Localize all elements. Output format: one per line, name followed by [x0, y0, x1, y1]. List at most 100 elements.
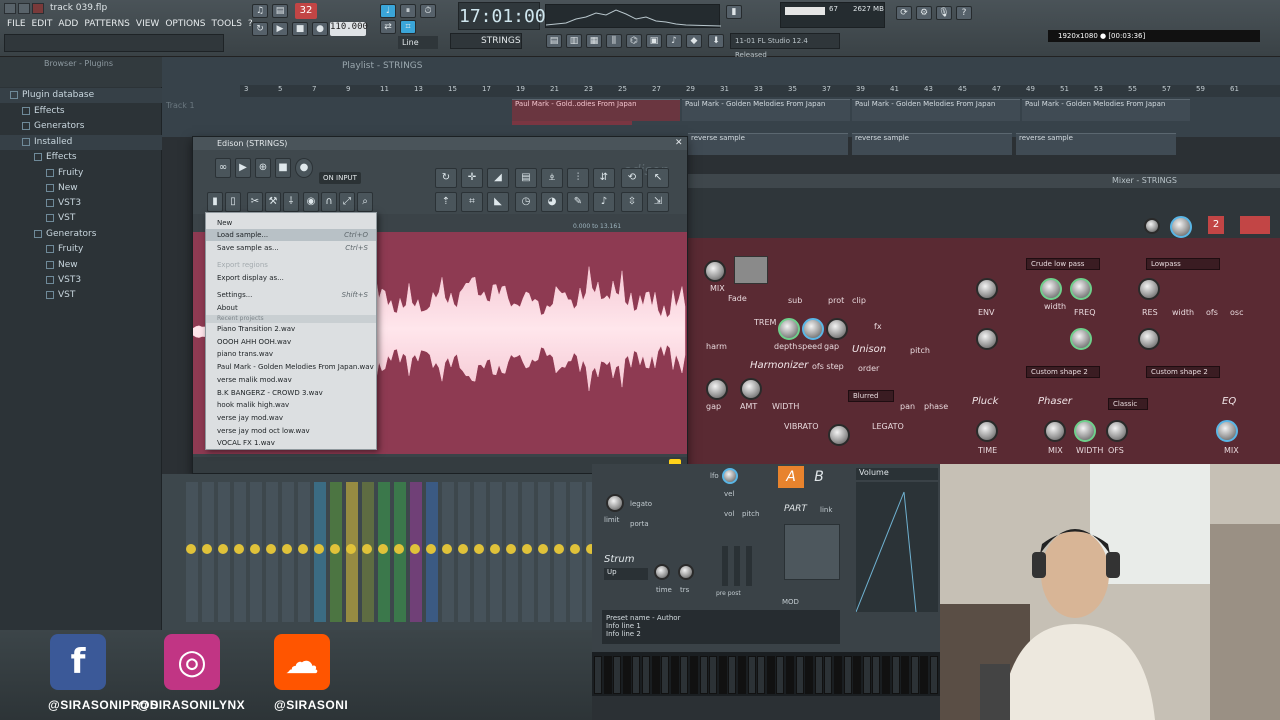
volume-select[interactable]: Volume	[856, 468, 938, 480]
tools-icon[interactable]: ⚒	[265, 192, 281, 212]
close-icon[interactable]: ✕	[675, 138, 683, 148]
view-icon[interactable]: ◉	[303, 192, 319, 212]
piano-key[interactable]	[814, 656, 823, 694]
pen-icon[interactable]: ✎	[567, 192, 589, 212]
send-knob[interactable]	[506, 544, 516, 554]
fader[interactable]	[722, 546, 728, 586]
record-button[interactable]: ●	[312, 22, 328, 36]
piano-key[interactable]	[862, 656, 871, 694]
send-knob[interactable]	[442, 544, 452, 554]
tab-a[interactable]: A	[778, 466, 804, 488]
piano-key[interactable]	[699, 656, 708, 694]
piano-key[interactable]	[622, 656, 631, 694]
recent-project-item[interactable]: Piano Transition 2.wav	[206, 323, 376, 335]
phaser-mix-knob[interactable]	[1044, 420, 1066, 442]
lfo-knob[interactable]	[722, 468, 738, 484]
timeline-ruler[interactable]: 3 5 7 9 11 13 15 17 19 21 23 25 27 29 31 33 35 37 39 41 43 45…	[240, 85, 1280, 97]
piano-key[interactable]	[834, 656, 842, 694]
pan-knob[interactable]	[1144, 218, 1160, 234]
piano-key[interactable]	[920, 656, 929, 694]
piano-key[interactable]	[786, 656, 794, 694]
online-icon[interactable]: ⟳	[896, 6, 912, 20]
play-icon[interactable]: ▶	[235, 158, 251, 178]
menu-item-save-sample-as[interactable]: Save sample as... Ctrl+S	[206, 242, 376, 254]
save-icon[interactable]: ▯	[225, 192, 241, 212]
rec-icon[interactable]: ●	[295, 158, 313, 178]
piano-key[interactable]	[738, 656, 746, 694]
microphone-icon[interactable]: 🎙	[936, 6, 952, 20]
help-icon[interactable]: ?	[956, 6, 972, 20]
phaser-ofs-knob[interactable]	[1106, 420, 1128, 442]
menu-item[interactable]: ADD	[55, 17, 81, 31]
loop-icon[interactable]: ↻	[252, 22, 268, 36]
gain-icon[interactable]: ⍎	[541, 168, 563, 188]
pattern-number[interactable]: 32	[295, 3, 317, 19]
piano-key[interactable]	[930, 656, 938, 694]
res-knob[interactable]	[1138, 278, 1160, 300]
phaser-width-knob[interactable]	[1074, 420, 1096, 442]
wait-icon[interactable]: ⏸	[400, 4, 416, 18]
send-knob[interactable]	[298, 544, 308, 554]
strum-direction[interactable]: Up	[604, 568, 648, 580]
piano-key[interactable]	[910, 656, 919, 694]
piano-key[interactable]	[901, 656, 910, 694]
playlist-clip[interactable]: reverse sample	[852, 133, 1012, 155]
piano-key[interactable]	[642, 656, 650, 694]
grid-icon[interactable]: ⌗	[461, 192, 483, 212]
send-knob[interactable]	[186, 544, 196, 554]
fade-icon[interactable]: ◣	[487, 192, 509, 212]
stop-button[interactable]: ■	[292, 22, 308, 36]
recent-project-item[interactable]: Paul Mark - Golden Melodies From Japan.w…	[206, 361, 376, 373]
send-knob[interactable]	[458, 544, 468, 554]
send-knob[interactable]	[474, 544, 484, 554]
piano-key[interactable]	[805, 656, 814, 694]
vol-knob[interactable]	[1170, 216, 1192, 238]
browser-item[interactable]: Effects	[0, 150, 162, 165]
blend-icon[interactable]: ⇄	[380, 20, 396, 34]
record-icon[interactable]: ⊕	[255, 158, 271, 178]
gap-knob[interactable]	[826, 318, 848, 340]
piano-key[interactable]	[795, 656, 804, 694]
snap-select[interactable]: Line	[398, 36, 438, 49]
piano-key[interactable]	[670, 656, 679, 694]
harm-width-knob[interactable]	[740, 378, 762, 400]
piano-key[interactable]	[757, 656, 766, 694]
send-knob[interactable]	[554, 544, 564, 554]
playlist-clip[interactable]: Paul Mark - Golden Melodies From Japan	[682, 99, 850, 121]
piano-key[interactable]	[690, 656, 698, 694]
eq-mix-knob[interactable]	[1216, 420, 1238, 442]
send-knob[interactable]	[218, 544, 228, 554]
draw-icon[interactable]: ◢	[487, 168, 509, 188]
channel-rack-icon[interactable]: ▦	[586, 34, 602, 48]
browser-item[interactable]: VST	[0, 211, 162, 226]
piano-key[interactable]	[651, 656, 660, 694]
strum-trs-knob[interactable]	[678, 564, 694, 580]
master-volume-icon[interactable]: ▮	[726, 5, 742, 19]
send-knob[interactable]	[266, 544, 276, 554]
env2-knob[interactable]	[976, 328, 998, 350]
pluck-time-knob[interactable]	[976, 420, 998, 442]
file-icon[interactable]: ▮	[207, 192, 223, 212]
piano-key[interactable]	[728, 656, 737, 694]
mixer-icon[interactable]: ⫼	[606, 34, 622, 48]
playlist-icon[interactable]: ▤	[546, 34, 562, 48]
piano-key[interactable]	[872, 656, 881, 694]
snap-icon[interactable]: ⌗	[400, 20, 416, 34]
piano-key[interactable]	[747, 656, 756, 694]
xy-pad[interactable]	[784, 524, 840, 580]
amt-knob[interactable]	[706, 378, 728, 400]
cursor-icon[interactable]: ↖	[647, 168, 669, 188]
loop-icon[interactable]: ∞	[215, 158, 231, 178]
recent-project-item[interactable]: hook malik high.wav	[206, 399, 376, 411]
piano-key[interactable]	[709, 656, 718, 694]
drag-icon[interactable]: ⇳	[621, 192, 643, 212]
piano-key[interactable]	[603, 656, 612, 694]
plugin-picker-icon[interactable]: ⌬	[626, 34, 642, 48]
recent-project-item[interactable]: verse malik mod.wav	[206, 374, 376, 386]
piano-keyboard[interactable]	[592, 652, 940, 696]
width-knob[interactable]	[1040, 278, 1062, 300]
freq2-knob[interactable]	[1070, 328, 1092, 350]
rotate-icon[interactable]: ↻	[435, 168, 457, 188]
piano-key[interactable]	[632, 656, 641, 694]
zoom-icon[interactable]: ⌕	[357, 192, 373, 212]
